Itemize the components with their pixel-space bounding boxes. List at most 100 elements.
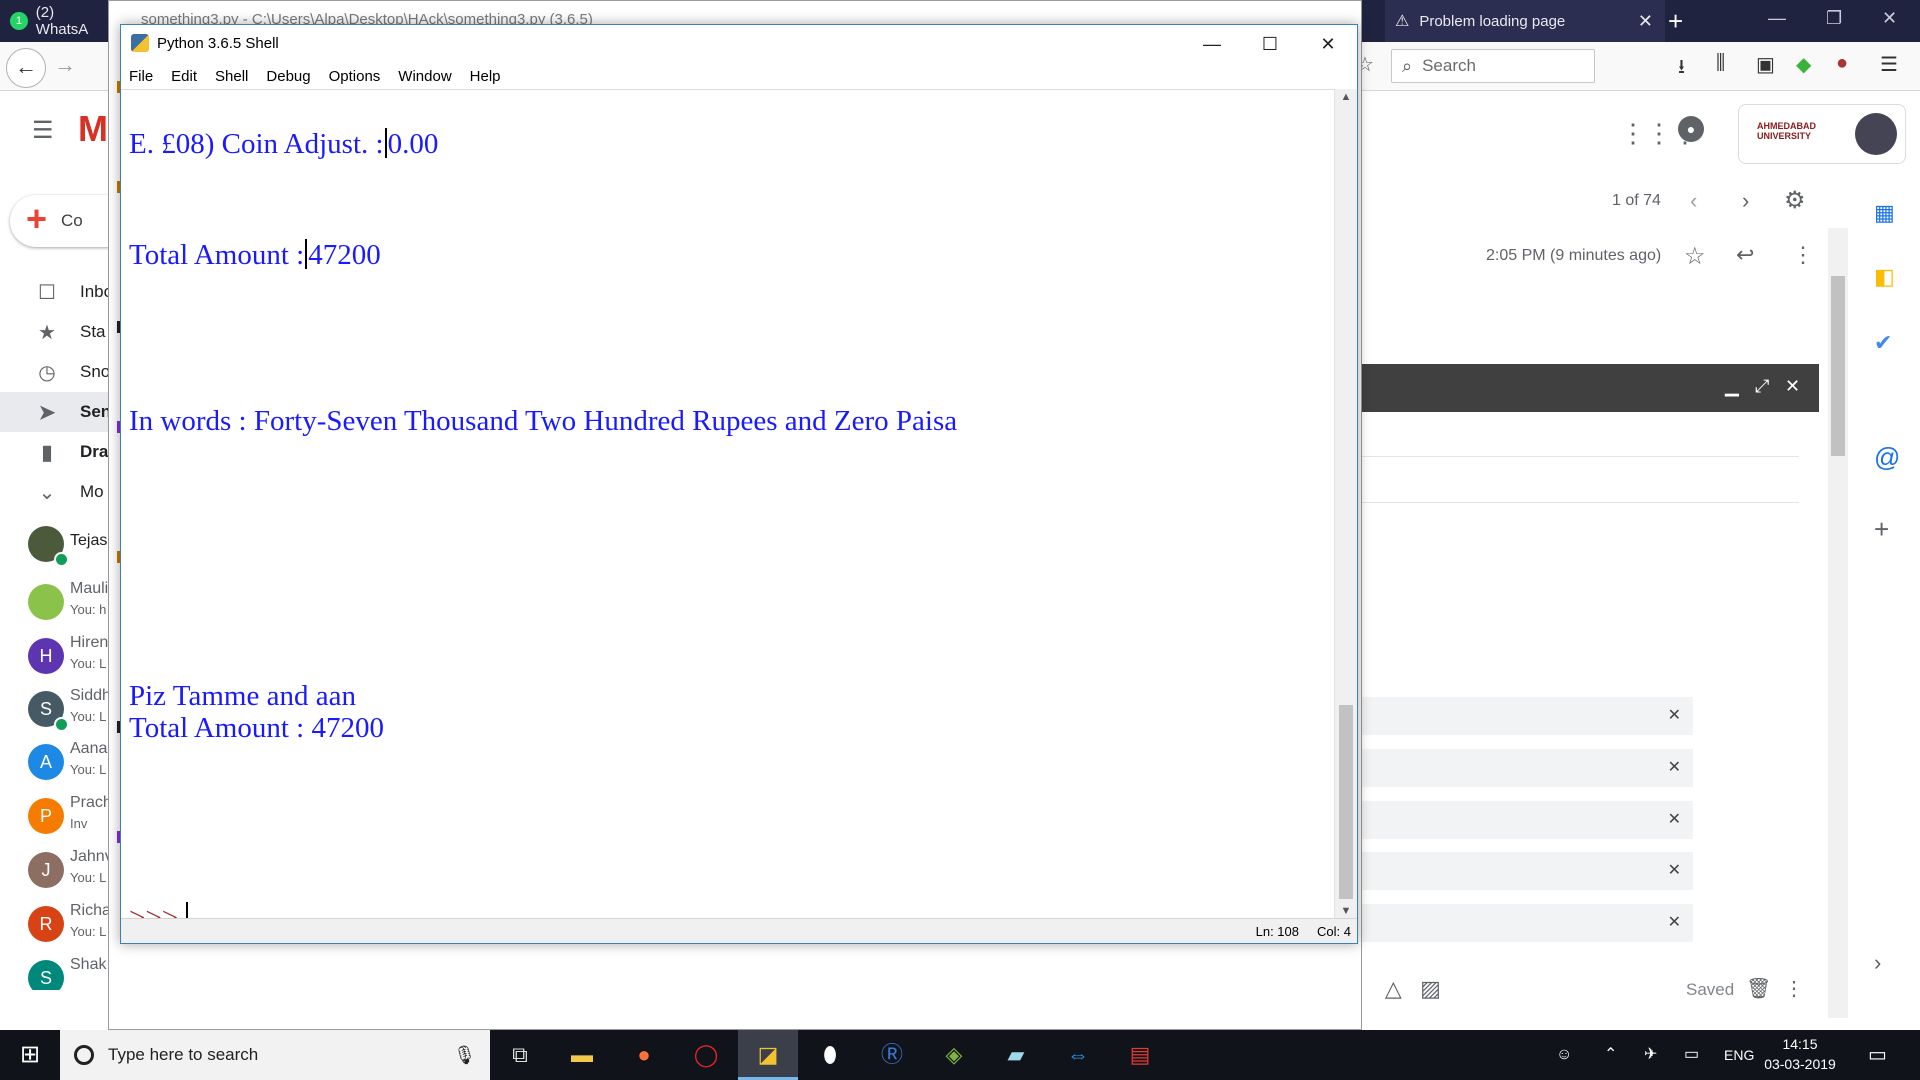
nav-starred[interactable]: ★ Sta [0, 312, 120, 352]
trash-icon[interactable]: 🗑 [1746, 976, 1771, 1001]
account-switcher[interactable]: AHMEDABAD UNIVERSITY [1738, 104, 1906, 164]
minimize-button[interactable]: — [1183, 29, 1241, 59]
more-vert-icon[interactable]: ⋮ [1792, 242, 1814, 268]
minimize-compose-icon[interactable]: ▁ [1725, 376, 1739, 397]
back-button[interactable]: ← [6, 48, 46, 88]
browser-close-button[interactable]: ✕ [1882, 8, 1897, 29]
attachment-row[interactable]: ✕ [1357, 697, 1693, 735]
menu-help[interactable]: Help [470, 68, 501, 85]
menu-window[interactable]: Window [398, 68, 451, 85]
remove-attachment-icon[interactable]: ✕ [1668, 860, 1681, 880]
extension-red-icon[interactable]: ● [1836, 52, 1848, 75]
download-icon[interactable]: ⭳ [1678, 52, 1685, 86]
android-studio-icon[interactable]: ◈ [924, 1030, 984, 1080]
menu-debug[interactable]: Debug [266, 68, 310, 85]
library-icon[interactable]: ⫼ [1716, 52, 1725, 75]
firefox-icon[interactable]: ● [614, 1030, 674, 1080]
windows-start-icon[interactable]: ⊞ [0, 1030, 60, 1080]
attachment-row[interactable]: ✕ [1357, 904, 1693, 942]
menu-shell[interactable]: Shell [215, 68, 248, 85]
tasks-icon[interactable]: ✔ [1874, 330, 1892, 356]
attachment-row[interactable]: ✕ [1357, 852, 1693, 890]
file-explorer-icon[interactable]: ▬ [552, 1030, 612, 1080]
microphone-icon[interactable]: 🎙 [453, 1045, 476, 1066]
nav-inbox[interactable]: ☐ Inbo [0, 272, 120, 312]
maximize-button[interactable]: ☐ [1241, 29, 1299, 59]
attachment-row[interactable]: ✕ [1357, 801, 1693, 839]
drive-icon[interactable]: △ [1385, 976, 1402, 1001]
remove-attachment-icon[interactable]: ✕ [1668, 757, 1681, 777]
tab-whatsapp[interactable]: 1 (2) WhatsA [0, 0, 110, 42]
nav-sent[interactable]: ➤ Sen [0, 392, 120, 432]
scrollbar-thumb[interactable] [1831, 276, 1845, 456]
shell-titlebar[interactable]: Python 3.6.5 Shell — ☐ ✕ [121, 25, 1357, 63]
remove-attachment-icon[interactable]: ✕ [1668, 809, 1681, 829]
calendar-icon[interactable]: ▦ [1874, 200, 1895, 226]
taskbar-search-box[interactable]: Type here to search 🎙 [60, 1030, 490, 1080]
teamviewer-icon[interactable]: ⇔ [1048, 1030, 1108, 1080]
close-compose-icon[interactable]: ✕ [1785, 376, 1800, 397]
notepad-icon[interactable]: ▰ [986, 1030, 1046, 1080]
opera-icon[interactable]: ◯ [676, 1030, 736, 1080]
network-icon[interactable]: ✈ [1644, 1030, 1657, 1080]
main-menu-icon[interactable]: ☰ [32, 116, 54, 145]
task-view-icon[interactable]: ⧉ [490, 1030, 550, 1080]
page-scrollbar[interactable] [1828, 228, 1848, 1018]
nav-drafts[interactable]: ▮ Dra [0, 432, 120, 472]
mongodb-icon[interactable]: ⬮ [800, 1030, 860, 1080]
chevron-right-icon[interactable]: › [1742, 188, 1749, 214]
python-icon [131, 34, 149, 52]
scroll-down-arrow-icon[interactable]: ▼ [1335, 905, 1357, 917]
show-hidden-icons-icon[interactable]: ⌃ [1604, 1030, 1617, 1080]
hamburger-menu-icon[interactable]: ☰ [1880, 52, 1898, 77]
new-tab-button[interactable]: + [1668, 6, 1683, 37]
browser-search-input[interactable]: ⌕ Search [1391, 49, 1595, 83]
chevron-left-icon[interactable]: ‹ [1690, 188, 1697, 214]
acrobat-icon[interactable]: ▤ [1110, 1030, 1170, 1080]
at-sign-icon[interactable]: @ [1874, 442, 1900, 473]
remove-attachment-icon[interactable]: ✕ [1668, 705, 1681, 725]
close-tab-icon[interactable]: ✕ [1638, 11, 1653, 32]
forward-button[interactable]: → [54, 52, 76, 78]
attachment-row[interactable]: ✕ [1357, 749, 1693, 787]
gmail-logo[interactable]: M [78, 108, 108, 150]
contact-name: Hiren [70, 634, 109, 651]
system-clock[interactable]: 14:15 03-03-2019 [1760, 1034, 1840, 1074]
reply-icon[interactable]: ↩ [1736, 242, 1754, 268]
shell-scrollbar[interactable]: ▲ ▼ [1334, 89, 1357, 919]
battery-icon[interactable]: ▭ [1684, 1030, 1699, 1080]
shell-output-area[interactable]: E. £08) Coin Adjust. :0.00 Total Amount … [121, 89, 1335, 934]
input-language[interactable]: ENG [1724, 1030, 1754, 1080]
r-icon[interactable]: Ⓡ [862, 1030, 922, 1080]
add-addon-icon[interactable]: + [1874, 514, 1889, 545]
menu-edit[interactable]: Edit [171, 68, 197, 85]
menu-file[interactable]: File [129, 68, 153, 85]
menu-options[interactable]: Options [329, 68, 381, 85]
scrollbar-thumb[interactable] [1339, 705, 1353, 899]
contact-name: Tejas [70, 532, 108, 549]
remove-attachment-icon[interactable]: ✕ [1668, 912, 1681, 932]
tab-problem-loading[interactable]: ⚠ Problem loading page ✕ [1385, 0, 1665, 42]
action-center-icon[interactable]: ▭ [1868, 1030, 1887, 1080]
nav-snoozed[interactable]: ◷ Sno [0, 352, 120, 392]
nav-more[interactable]: ⌄ Mo [0, 472, 120, 512]
browser-restore-button[interactable]: ❐ [1826, 8, 1842, 29]
compose-window-header[interactable]: ▁ ⤢ ✕ [1357, 364, 1819, 412]
more-vert-icon[interactable]: ⋮ [1784, 976, 1804, 1001]
chevron-right-icon[interactable]: › [1874, 950, 1881, 976]
python-shell-window[interactable]: Python 3.6.5 Shell — ☐ ✕ File Edit Shell… [120, 24, 1358, 944]
browser-minimize-button[interactable]: — [1768, 8, 1786, 29]
scroll-up-arrow-icon[interactable]: ▲ [1335, 91, 1357, 103]
python-idle-taskbar-icon[interactable]: ◪ [738, 1030, 798, 1080]
close-button[interactable]: ✕ [1299, 29, 1357, 59]
keep-icon[interactable]: ◧ [1874, 264, 1895, 290]
expand-compose-icon[interactable]: ⤢ [1755, 376, 1769, 397]
star-message-icon[interactable]: ☆ [1684, 242, 1706, 271]
notifications-icon[interactable]: ● [1678, 116, 1704, 142]
people-icon[interactable]: ☺ [1556, 1030, 1572, 1080]
account-avatar[interactable] [1855, 113, 1897, 155]
extension-green-icon[interactable]: ◆ [1796, 52, 1811, 77]
sidebar-icon[interactable]: ▣ [1756, 52, 1775, 77]
gear-icon[interactable]: ⚙ [1784, 186, 1806, 215]
photo-icon[interactable]: ▨ [1420, 976, 1441, 1001]
